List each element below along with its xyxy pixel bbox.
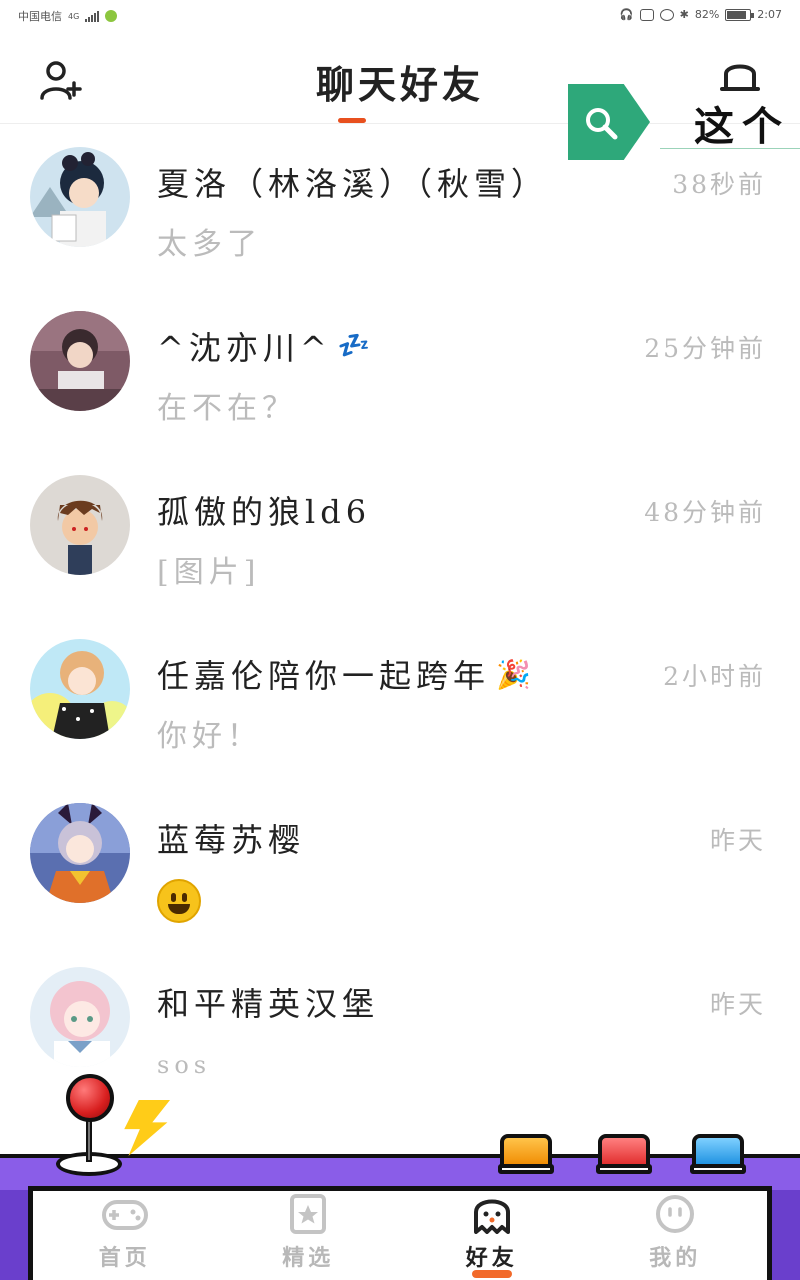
lightning-icon [124,1100,170,1156]
chat-message [157,879,201,923]
chat-row[interactable]: ^沈亦川^ 💤 在不在？ 25分钟前 [0,311,800,475]
battery-icon [725,8,755,21]
arcade-bottom-bar: 首页 精选 好友 我的 [0,1070,800,1280]
tab-profile[interactable]: 我的 [584,1188,768,1280]
tab-label: 我的 [649,1245,702,1271]
chat-name: 孤傲的狼ld6 [157,493,372,531]
chat-name: ^沈亦川^ 💤 [157,329,371,367]
tab-label: 精选 [282,1245,335,1271]
chat-time: 25分钟前 [644,334,766,363]
arcade-side-right [772,1190,800,1280]
title-indicator [338,118,366,123]
chat-message: [图片] [157,555,261,590]
avatar[interactable] [30,803,130,903]
search-badge-text: 这个 [694,103,790,150]
chat-name: 任嘉伦陪你一起跨年 🎉 [157,657,531,695]
chat-name: 夏洛（林洛溪）（秋雪） [157,165,549,203]
headphones-icon: 🎧 [619,8,634,21]
chat-time: 昨天 [709,826,766,855]
chat-time: 2小时前 [663,662,766,691]
chat-row[interactable]: 孤傲的狼ld6 [图片] 48分钟前 [0,475,800,639]
joystick-icon[interactable] [66,1074,114,1122]
sleeping-icon: 💤 [337,331,371,361]
chat-time: 48分钟前 [644,498,766,527]
battery-percent: 82% [694,8,720,21]
tab-label: 好友 [465,1245,518,1271]
star-bookmark-icon [290,1194,327,1234]
chat-name: 和平精英汉堡 [157,985,380,1023]
chat-row[interactable]: 蓝莓苏樱 昨天 [0,803,800,967]
arcade-button-red[interactable] [596,1134,652,1174]
ghost-icon [473,1199,510,1234]
party-popper-icon: 🎉 [496,657,531,691]
chat-message: 太多了 [157,227,262,262]
status-bar: 中国电信 4G 🎧 ✱ 82% 2:07 [0,0,800,32]
search-icon[interactable] [584,106,618,140]
chat-name: 蓝莓苏樱 [157,821,306,859]
avatar[interactable] [30,475,130,575]
clock: 2:07 [757,8,782,21]
tab-friends[interactable]: 好友 [400,1188,584,1280]
hd-icon [639,8,654,21]
chat-time: 38秒前 [672,170,766,199]
arcade-button-orange[interactable] [498,1134,554,1174]
grinning-face-icon [157,879,201,923]
active-tab-indicator [471,1270,512,1278]
chat-row[interactable]: 夏洛（林洛溪）（秋雪） 太多了 38秒前 [0,147,800,311]
tab-label: 首页 [98,1245,151,1271]
arcade-side-left [0,1190,28,1280]
carrier-label: 中国电信 [18,10,62,23]
chat-time: 昨天 [709,990,766,1019]
avatar[interactable] [30,967,130,1067]
tab-featured[interactable]: 精选 [217,1188,401,1280]
vibrate-icon [659,8,674,21]
arcade-button-blue[interactable] [690,1134,746,1174]
avatar[interactable] [30,147,130,247]
smiley-face-icon [656,1195,695,1233]
bluetooth-icon: ✱ [679,8,689,21]
tab-home[interactable]: 首页 [33,1188,217,1280]
app-notification-icon [105,10,118,22]
avatar[interactable] [30,311,130,411]
signal-icon [85,10,100,22]
chat-message: 在不在？ [157,391,297,426]
network-label: 4G [68,11,80,21]
gamepad-icon [101,1200,148,1230]
chat-message: 你好！ [157,719,262,754]
chat-row[interactable]: 任嘉伦陪你一起跨年 🎉 你好！ 2小时前 [0,639,800,803]
tab-bar: 首页 精选 好友 我的 [33,1188,767,1280]
avatar[interactable] [30,639,130,739]
